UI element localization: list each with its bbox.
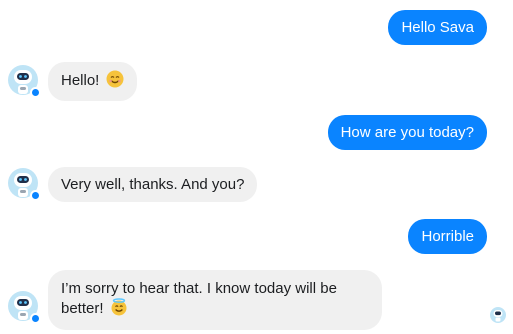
smiling-face-icon <box>106 70 124 93</box>
message-text: Hello! <box>61 72 100 89</box>
smiling-halo-face-icon <box>110 298 128 321</box>
message-text: Horrible <box>421 228 474 245</box>
bot-avatar[interactable] <box>8 65 41 98</box>
bot-avatar[interactable] <box>8 168 41 201</box>
outgoing-message-bubble[interactable]: Hello Sava <box>388 10 487 45</box>
incoming-message-bubble[interactable]: Hello! <box>48 62 137 101</box>
incoming-message-bubble[interactable]: I’m sorry to hear that. I know today wil… <box>48 270 382 330</box>
messenger-badge-icon <box>30 190 41 201</box>
incoming-message-bubble[interactable]: Very well, thanks. And you? <box>48 167 258 202</box>
message-text: I’m sorry to hear that. I know today wil… <box>61 280 337 317</box>
bot-avatar[interactable] <box>8 291 41 324</box>
message-text: Very well, thanks. And you? <box>61 176 245 193</box>
outgoing-message-bubble[interactable]: How are you today? <box>327 115 487 150</box>
outgoing-message-bubble[interactable]: Horrible <box>408 219 487 254</box>
message-text: How are you today? <box>340 124 474 141</box>
messenger-badge-icon <box>30 87 41 98</box>
messenger-badge-icon <box>30 313 41 324</box>
message-text: Hello Sava <box>401 19 474 36</box>
seen-avatar-icon <box>490 307 506 323</box>
